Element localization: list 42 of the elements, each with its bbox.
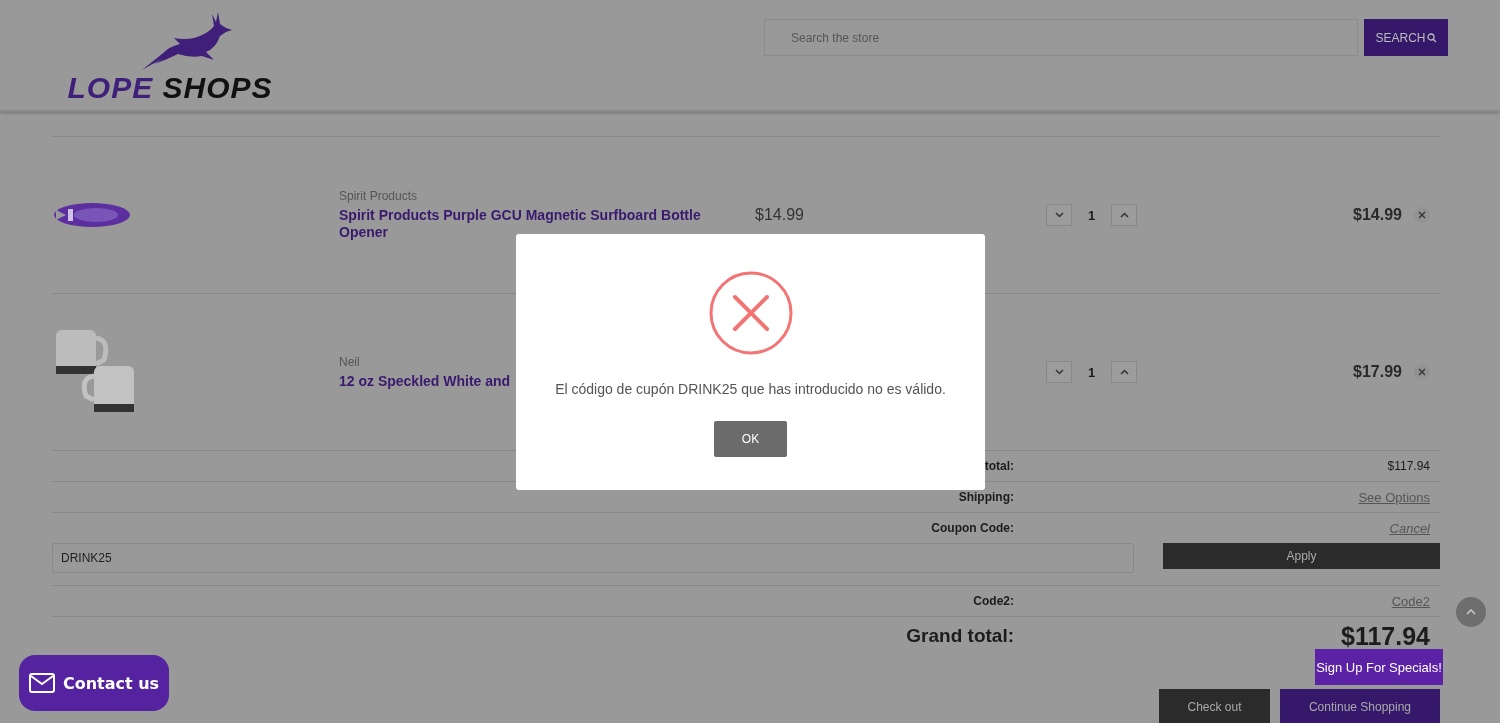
summary-label: total: — [983, 459, 1014, 473]
chevron-up-icon — [1119, 212, 1129, 218]
apply-button[interactable]: Apply — [1163, 543, 1440, 569]
ok-button[interactable]: OK — [714, 421, 787, 457]
increase-button[interactable] — [1111, 361, 1137, 383]
close-icon — [1418, 368, 1426, 376]
quantity-value: 1 — [1086, 207, 1097, 223]
error-message: El código de cupón DRINK25 que has introducido no es válido. — [555, 381, 946, 397]
product-brand: Spirit Products — [339, 189, 419, 203]
summary-label: Shipping: — [957, 490, 1014, 504]
error-icon — [708, 271, 793, 355]
unit-price: $14.99 — [755, 206, 804, 223]
scroll-top-button[interactable] — [1456, 597, 1486, 627]
quantity-value: 1 — [1086, 364, 1097, 380]
line-total: $17.99 — [1352, 363, 1402, 381]
decrease-button[interactable] — [1046, 361, 1072, 383]
logo-text: LOPE SHOPS — [67, 72, 273, 104]
chevron-up-icon — [1119, 369, 1129, 375]
checkout-button[interactable]: Check out — [1159, 689, 1270, 723]
line-total: $14.99 — [1352, 206, 1402, 224]
coupon-field[interactable]: DRINK25 — [52, 543, 1134, 573]
summary-label: Coupon Code: — [930, 521, 1014, 535]
search-icon — [1426, 32, 1437, 43]
summary-label: Code2: — [972, 594, 1014, 608]
search-field[interactable]: Search the store — [764, 19, 1358, 56]
mail-icon — [28, 673, 55, 693]
increase-button[interactable] — [1111, 204, 1137, 226]
continue-shopping-button[interactable]: Continue Shopping — [1280, 689, 1440, 723]
product-brand: Neil — [339, 354, 361, 369]
chevron-up-icon — [1466, 609, 1476, 615]
grand-total-value: $117.94 — [1340, 621, 1431, 651]
remove-button[interactable] — [1414, 364, 1430, 380]
summary-value: $117.94 — [1386, 459, 1431, 473]
chevron-down-icon — [1054, 212, 1064, 218]
decrease-button[interactable] — [1046, 204, 1072, 226]
signup-button[interactable]: Sign Up For Specials! — [1315, 649, 1443, 685]
remove-button[interactable] — [1414, 207, 1430, 223]
chevron-down-icon — [1054, 369, 1064, 375]
contact-button[interactable]: Contact us — [19, 655, 169, 711]
grand-total-label: Grand total: — [905, 625, 1014, 647]
search-button[interactable]: SEARCH — [1364, 19, 1448, 56]
close-icon — [1418, 211, 1426, 219]
